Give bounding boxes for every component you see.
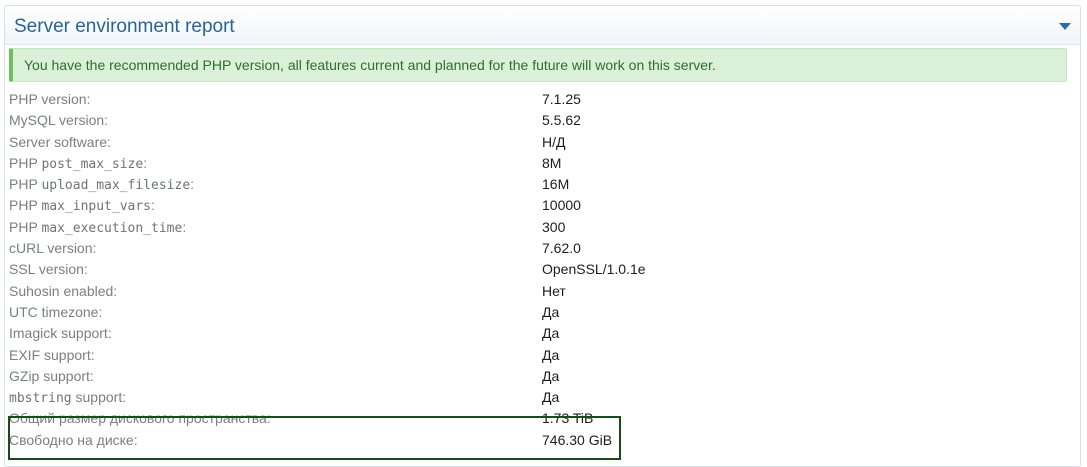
report-row-value: Да [542, 346, 560, 363]
label-text: support: [71, 389, 127, 406]
report-row: Общий размер дискового пространства: 1.73… [9, 408, 1069, 429]
report-row: PHP version: 7.1.25 [9, 89, 1069, 110]
label-code: max_input_vars [41, 199, 152, 215]
label-text: : [190, 176, 195, 193]
label-text: : [143, 154, 148, 171]
label-code: upload_max_filesize [41, 178, 191, 194]
report-row-value: 746.30 GiB [542, 431, 613, 448]
report-row: Server software: Н/Д [9, 132, 1069, 153]
report-row: MySQL version: 5.5.62 [9, 110, 1069, 131]
report-row-value: 10000 [542, 197, 581, 214]
report-row: Свободно на диске: 746.30 GiB [9, 430, 1069, 451]
report-row-value: Н/Д [542, 133, 566, 150]
report-row-value: 7.62.0 [542, 240, 581, 257]
report-row-label: mbstring support: [9, 389, 126, 406]
label-code: max_execution_time [41, 220, 183, 236]
panel-title: Server environment report [14, 16, 235, 37]
report-row: PHP post_max_size: 8M [9, 153, 1069, 174]
label-text: EXIF support: [9, 346, 95, 363]
report-row-label: PHP upload_max_filesize: [9, 176, 194, 193]
label-text: PHP version: [9, 91, 91, 107]
report-row: PHP upload_max_filesize: 16M [9, 174, 1069, 195]
label-text: : [151, 197, 155, 214]
label-text: SSL version: [9, 261, 88, 278]
report-row-label: Свободно на диске: [9, 432, 138, 449]
report-row-label: PHP post_max_size: [9, 155, 147, 172]
report-row-label: Imagick support: [9, 325, 112, 342]
label-code: mbstring [9, 391, 72, 407]
label-text: : [182, 218, 187, 235]
report-row: Suhosin enabled: Нет [9, 281, 1069, 302]
label-text: Общий размер дискового пространства: [9, 410, 271, 427]
panel-header[interactable]: Server environment report [5, 6, 1080, 45]
label-text: GZip support: [9, 367, 94, 384]
report-row: SSL version: OpenSSL/1.0.1e [9, 259, 1069, 280]
label-text: Suhosin enabled: [9, 282, 118, 299]
alert-message: You have the recommended PHP version, al… [24, 57, 716, 73]
report-row: mbstring support: Да [9, 387, 1069, 408]
report-row: PHP max_execution_time: 300 [9, 217, 1069, 238]
report-row-value: OpenSSL/1.0.1e [542, 261, 646, 278]
report-row-value: Да [542, 303, 560, 320]
environment-report-list: PHP version: 7.1.25 MySQL version: 5.5.62 Se… [9, 89, 1069, 451]
label-prefix: PHP [9, 176, 42, 193]
label-prefix: PHP [9, 154, 42, 171]
report-row-label: cURL version: [9, 240, 96, 257]
report-row-label: Suhosin enabled: [9, 283, 117, 300]
report-row-label: MySQL version: [9, 112, 108, 129]
report-row: cURL version: 7.62.0 [9, 238, 1069, 259]
report-row-value: Да [542, 389, 560, 406]
report-row-value: 7.1.25 [542, 91, 581, 107]
label-prefix: PHP [9, 218, 42, 235]
report-row-value: 16M [542, 176, 570, 193]
report-row-label: SSL version: [9, 261, 88, 278]
report-row: PHP max_input_vars: 10000 [9, 195, 1069, 216]
report-row-value: 300 [542, 218, 566, 235]
label-text: Imagick support: [9, 325, 112, 342]
report-row-label: PHP max_input_vars: [9, 197, 155, 214]
report-row: GZip support: Да [9, 366, 1069, 387]
label-code: post_max_size [41, 156, 144, 172]
report-row-value: 1.73 TiB [542, 410, 594, 427]
report-row: EXIF support: Да [9, 345, 1069, 366]
report-row-label: PHP max_execution_time: [9, 219, 186, 236]
report-row-value: Нет [542, 282, 566, 299]
report-row-value: 8M [542, 154, 562, 171]
label-text: UTC timezone: [9, 303, 103, 320]
report-row-label: Общий размер дискового пространства: [9, 410, 271, 427]
label-text: MySQL version: [9, 112, 109, 129]
chevron-down-icon[interactable] [1059, 23, 1071, 30]
label-text: Server software: [9, 133, 111, 150]
report-row-value: Да [542, 325, 560, 342]
report-row-label: GZip support: [9, 368, 94, 385]
report-row: UTC timezone: Да [9, 302, 1069, 323]
label-prefix: PHP [9, 197, 42, 214]
report-row-value: Да [542, 367, 560, 384]
report-row-label: EXIF support: [9, 347, 95, 364]
report-row-label: Server software: [9, 134, 111, 151]
report-row-value: 5.5.62 [542, 112, 581, 129]
php-version-alert: You have the recommended PHP version, al… [9, 48, 1067, 82]
label-text: cURL version: [9, 240, 97, 257]
report-row: Imagick support: Да [9, 323, 1069, 344]
report-row-label: PHP version: [9, 91, 90, 108]
label-text: Свободно на диске: [9, 431, 138, 448]
report-row-label: UTC timezone: [9, 304, 102, 321]
